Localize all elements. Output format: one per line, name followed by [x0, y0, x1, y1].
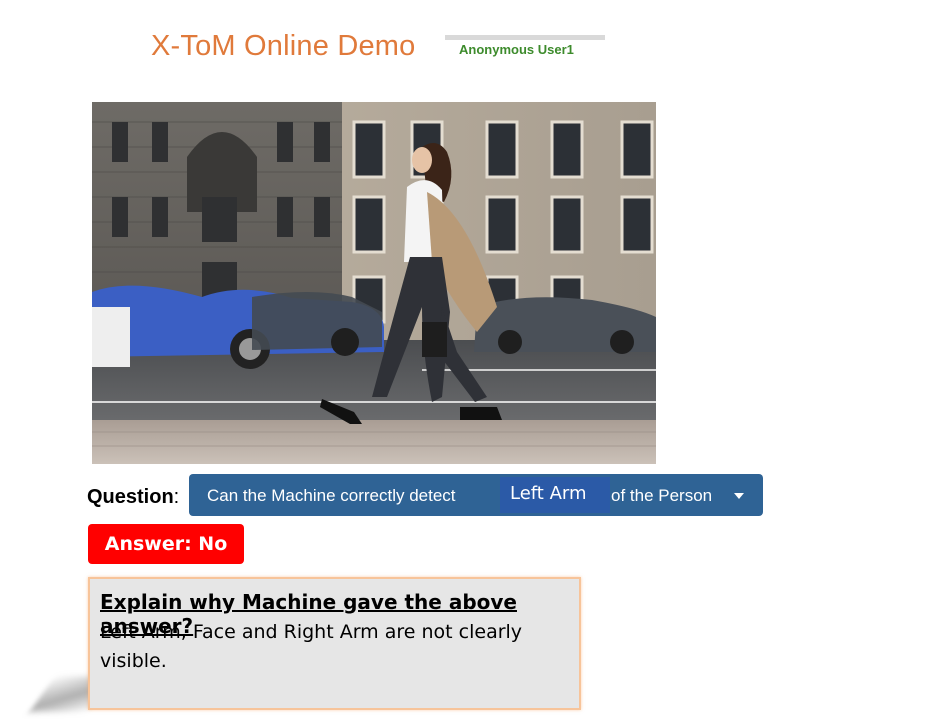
answer-badge: Answer: No: [88, 524, 244, 564]
explanation-text: Left Arm, Face and Right Arm are not cle…: [100, 621, 523, 672]
question-prefix: Can the Machine correctly detect: [207, 486, 456, 505]
question-label: Question:: [87, 486, 180, 508]
user-badge: Anonymous User1: [445, 35, 605, 57]
explanation-box: Explain why Machine gave the above answe…: [88, 577, 581, 710]
app-title: X-ToM Online Demo: [151, 30, 416, 62]
question-suffix: of the Person: [611, 486, 713, 505]
body-part-select[interactable]: Left Arm: [500, 477, 610, 513]
photo-woman-walking-street-image: [92, 102, 656, 464]
caret-down-icon[interactable]: [734, 493, 744, 499]
street-photo: [92, 102, 656, 464]
question-dropdown[interactable]: Can the Machine correctly detect Left Ar…: [189, 474, 763, 516]
user-name: Anonymous User1: [459, 42, 574, 57]
